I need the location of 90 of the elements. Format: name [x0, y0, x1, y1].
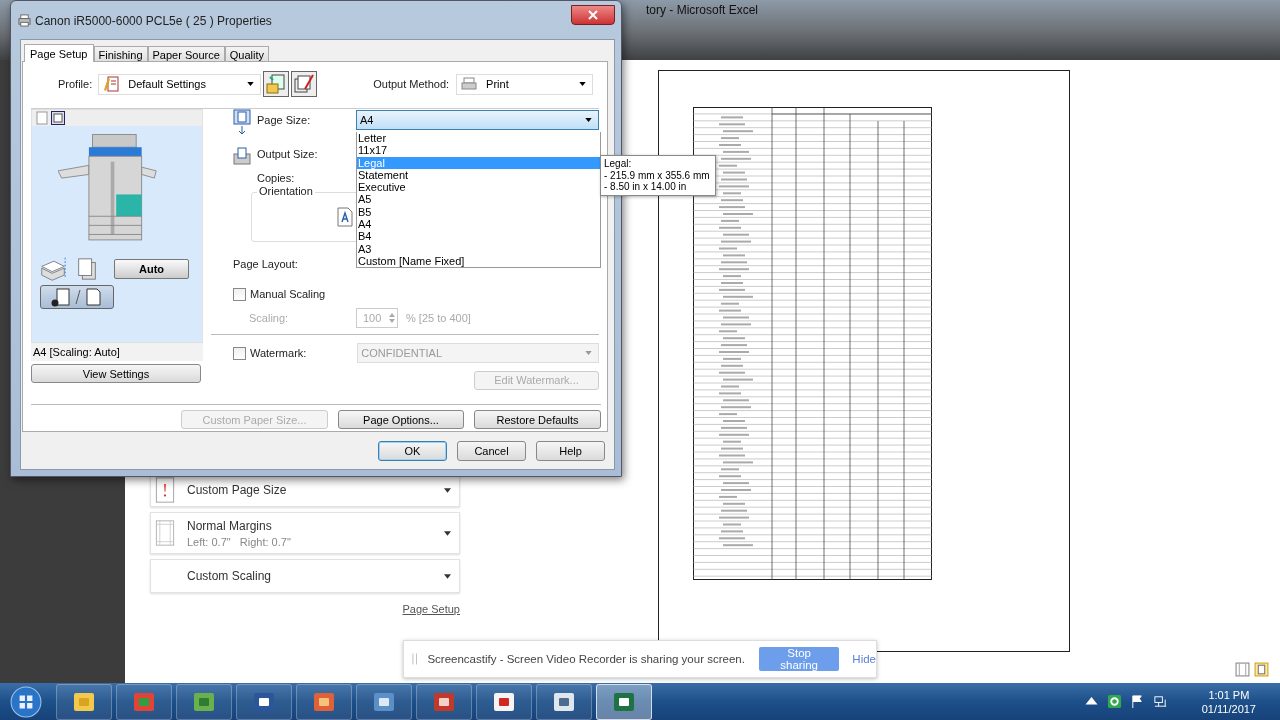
taskbar-app-button[interactable] — [356, 683, 412, 720]
dialog-title: Canon iR5000-6000 PCL5e ( 25 ) Properties — [35, 14, 272, 28]
tooltip-line: - 215.9 mm x 355.6 mm — [604, 169, 711, 181]
tooltip-line: - 8.50 in x 14.00 in — [604, 181, 688, 193]
dialog-button[interactable]: OK — [378, 441, 447, 461]
list-option[interactable]: A5 — [357, 193, 600, 206]
taskbar-app-button[interactable] — [416, 683, 472, 720]
profile-import-button[interactable] — [263, 71, 290, 97]
taskbar-app-button[interactable] — [56, 683, 112, 720]
profile-label: Profile: — [58, 78, 93, 90]
orientation-label: Orientation — [257, 185, 315, 197]
profile-edit-button[interactable] — [291, 71, 318, 97]
setting-dropdown[interactable]: Custom Scaling — [150, 559, 460, 593]
checkbox[interactable] — [233, 287, 246, 301]
network-icon[interactable] — [1152, 694, 1168, 709]
scaling-label: Scaling: — [249, 312, 290, 324]
manual-scaling-label: Manual Scaling — [250, 288, 326, 300]
profile-dropdown[interactable]: Default Settings — [98, 73, 262, 95]
clock-date: 01/11/2017 — [1201, 702, 1256, 715]
list-option[interactable]: B5 — [357, 205, 600, 219]
scaling-range: % [25 to 400] — [406, 312, 471, 324]
flag-icon[interactable] — [1129, 694, 1145, 709]
tab[interactable]: Paper Source — [147, 46, 225, 62]
setting-detail: Left: 0.7" Right: 0.7" — [187, 535, 292, 548]
tab[interactable]: Page Setup — [24, 44, 94, 62]
watermark-label: Watermark: — [249, 347, 308, 359]
list-option[interactable]: Statement — [357, 168, 600, 182]
list-option[interactable]: A4 — [357, 218, 600, 231]
list-option[interactable]: B4 — [357, 230, 600, 243]
close-icon — [588, 10, 598, 20]
output-method-label: Output Method: — [373, 78, 450, 90]
dropdown-arrow-icon — [579, 82, 587, 86]
dropdown-arrow-icon — [585, 351, 592, 355]
dialog-button[interactable]: Help — [536, 441, 605, 461]
paper-stack-icon — [40, 257, 66, 281]
page-size-label: Page Size: — [257, 114, 312, 126]
close-button[interactable] — [571, 5, 615, 25]
printer-view-icon[interactable] — [51, 111, 65, 125]
taskbar-app-button[interactable] — [596, 683, 652, 720]
copies-label: Copies: — [257, 172, 296, 184]
dropdown-arrow-icon — [247, 82, 255, 86]
page-setup-link[interactable]: Page Setup — [402, 603, 460, 615]
page-size-dropdown[interactable]: A4 — [356, 110, 599, 130]
tab[interactable]: Finishing — [93, 46, 148, 62]
list-option[interactable]: Letter — [357, 132, 600, 145]
list-option[interactable]: Executive — [357, 181, 600, 194]
tray-app-icon[interactable] — [1106, 694, 1122, 709]
dropdown-arrow-icon — [444, 573, 451, 579]
tab[interactable]: Quality — [224, 46, 270, 62]
preview-caption: A4 [Scaling: Auto] — [31, 343, 203, 361]
list-option[interactable]: Custom [Name Fixed] — [357, 254, 600, 268]
printer-icon — [460, 76, 479, 92]
dialog-button[interactable]: Restore Defaults — [474, 410, 601, 429]
page-layout-label: Page Layout: — [233, 258, 299, 270]
profile-icon — [102, 76, 121, 92]
taskbar-app-button[interactable] — [536, 683, 592, 720]
layout-toggle-button[interactable] — [40, 285, 114, 309]
dropdown-arrow-icon — [444, 530, 451, 536]
warning-page-icon — [155, 477, 175, 503]
printer-icon — [18, 14, 31, 27]
tooltip-title: Legal: — [604, 158, 633, 170]
setting-label: Custom Scaling — [187, 569, 273, 583]
margins-icon — [155, 520, 175, 546]
window-title: tory - Microsoft Excel — [646, 3, 759, 17]
dialog-button[interactable]: Page Options... — [338, 410, 464, 429]
setting-label: Normal Margins — [187, 518, 273, 533]
auto-button[interactable]: Auto — [114, 259, 189, 279]
portrait-icon[interactable] — [337, 207, 353, 227]
taskbar-app-button[interactable] — [236, 683, 292, 720]
taskbar-app-button[interactable] — [476, 683, 532, 720]
clock[interactable]: 1:01 PM 01/11/2017 — [1201, 688, 1256, 715]
list-option[interactable]: 11x17 — [357, 144, 600, 157]
setting-dropdown[interactable]: Normal Margins Left: 0.7" Right: 0.7" — [150, 512, 460, 554]
page-size-icon — [233, 109, 251, 137]
taskbar-app-button[interactable] — [296, 683, 352, 720]
dropdown-arrow-icon — [444, 487, 451, 493]
output-method-dropdown[interactable]: Print — [456, 73, 594, 95]
drag-handle-icon[interactable] — [412, 652, 418, 666]
start-button[interactable] — [10, 685, 42, 718]
zoom-to-page-icon[interactable] — [1254, 662, 1269, 677]
hide-link[interactable]: Hide — [852, 653, 876, 665]
view-settings-button[interactable]: View Settings — [31, 364, 201, 383]
clock-time: 1:01 PM — [1208, 688, 1250, 701]
setting-label: Custom Page Size — [187, 483, 288, 497]
output-size-label: Output Size: — [257, 148, 319, 160]
dropdown-arrow-icon — [585, 118, 592, 122]
output-size-icon — [233, 147, 251, 165]
sharing-message: Screencastify - Screen Video Recorder is sharing your screen. — [427, 653, 745, 665]
dialog-button[interactable]: Cancel — [457, 441, 526, 461]
list-option[interactable]: A3 — [357, 242, 600, 255]
